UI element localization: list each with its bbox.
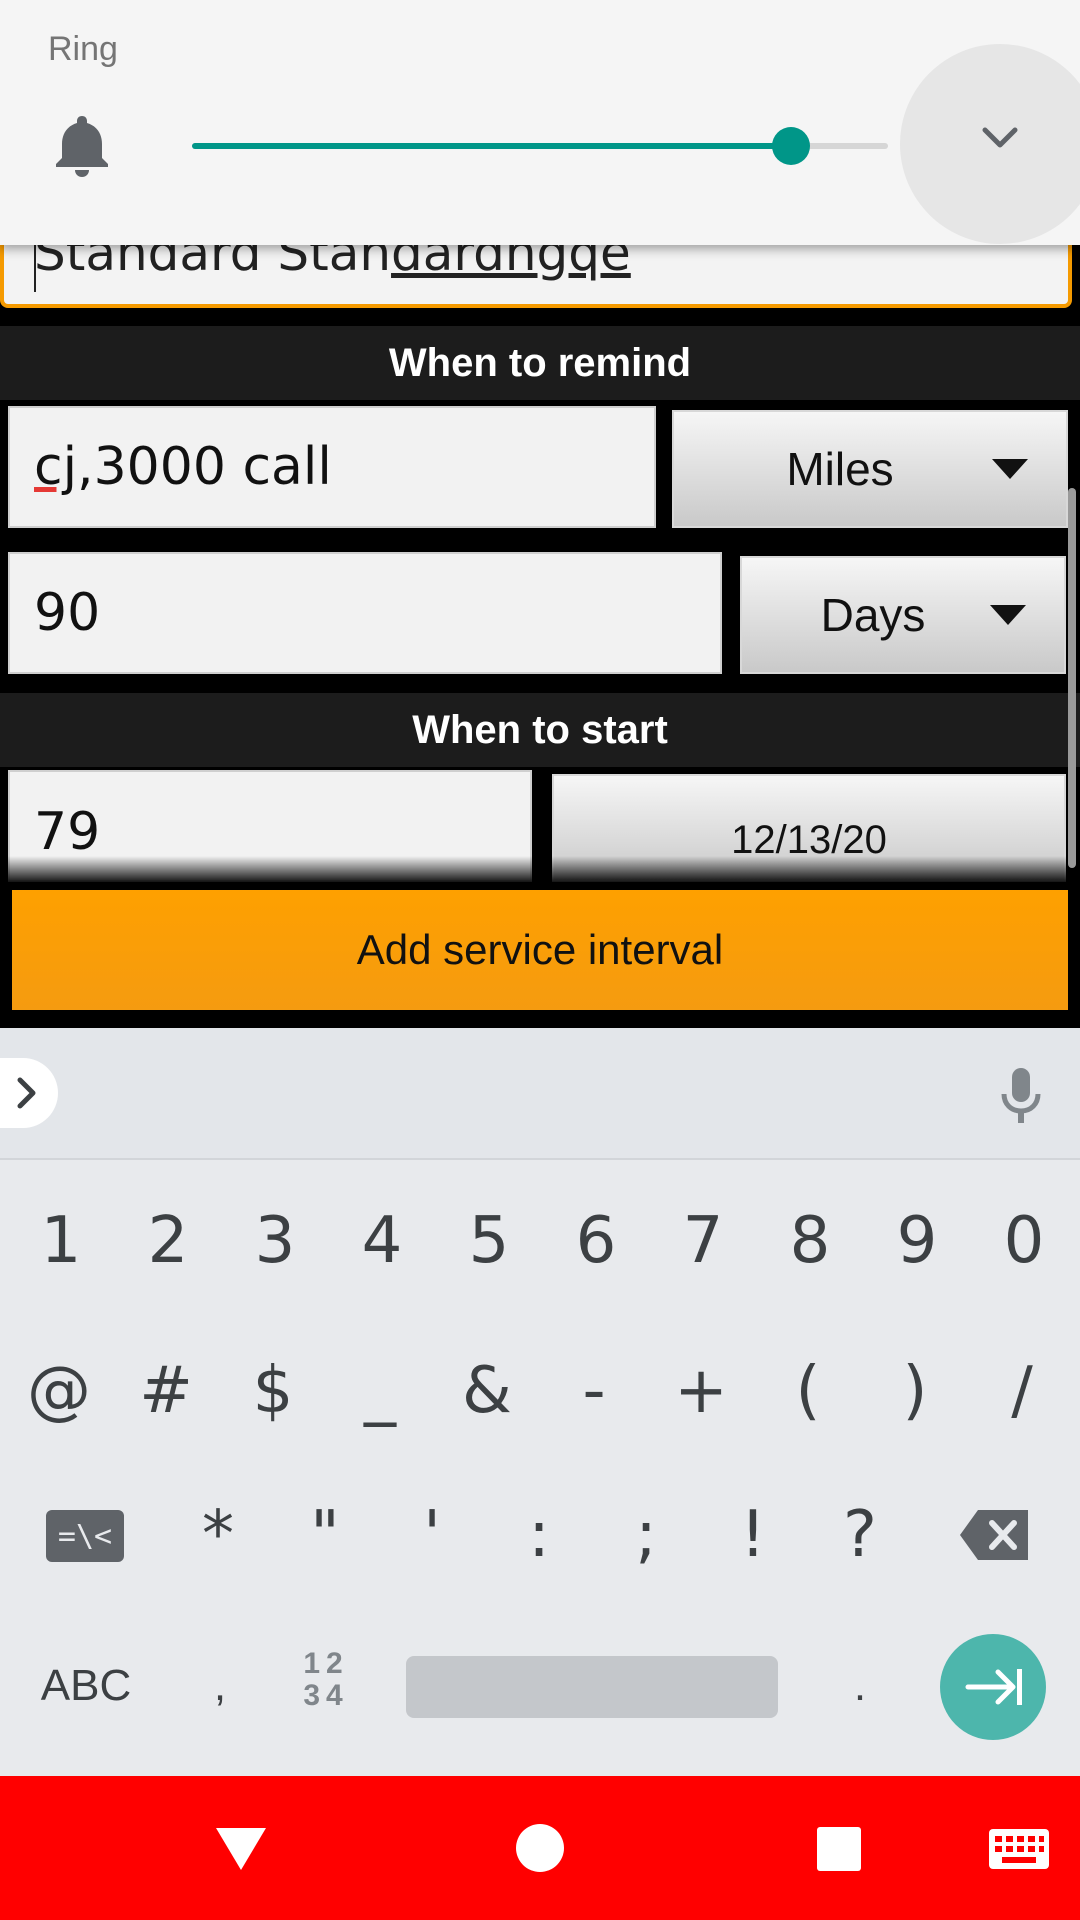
volume-panel: Ring [0,0,1080,245]
punctuation-key[interactable]: * [173,1490,263,1580]
add-service-interval-button[interactable]: Add service interval [12,890,1068,1010]
volume-stream-label: Ring [48,30,118,68]
number-key[interactable]: 4 [337,1196,427,1286]
number-key[interactable]: 9 [872,1196,962,1286]
symbol-key[interactable]: $ [228,1346,318,1436]
backspace-icon [960,1510,1028,1560]
volume-slider-fill [192,143,791,149]
next-field-key[interactable] [940,1634,1046,1740]
start-odometer-text: 79 [34,802,101,862]
distance-interval-input[interactable]: cj ,3000 call [8,406,656,528]
mic-icon[interactable] [996,1066,1046,1126]
symbol-key[interactable]: # [121,1346,211,1436]
time-unit-dropdown[interactable]: Days [740,556,1066,674]
punctuation-key[interactable]: ' [387,1490,477,1580]
number-key[interactable]: 8 [765,1196,855,1286]
punctuation-key[interactable]: ; [601,1490,691,1580]
comma-key[interactable]: , [190,1650,250,1722]
scrollbar[interactable] [1068,488,1076,868]
remind-section-header: When to remind [0,326,1080,400]
punctuation-key[interactable]: : [494,1490,584,1580]
bell-icon[interactable] [52,112,112,178]
recents-icon[interactable] [816,1826,862,1872]
expand-icon [17,1077,36,1109]
backspace-key[interactable] [958,1506,1032,1564]
volume-collapse-button[interactable] [900,44,1080,244]
number-key[interactable]: 3 [230,1196,320,1286]
time-unit-label: Days [820,589,926,641]
symbol-key[interactable]: ) [870,1346,960,1436]
expand-toolbar-button[interactable] [0,1058,58,1128]
symbol-key[interactable]: _ [335,1346,425,1436]
distance-unit-label: Miles [786,443,894,495]
start-section-header: When to start [0,693,1080,767]
dropdown-arrow-icon [990,605,1026,625]
numpad-key-bottom: 34 [303,1679,349,1712]
suggestion-strip [0,1028,1080,1160]
numpad-key[interactable]: 12 34 [296,1648,356,1718]
number-key[interactable]: 5 [444,1196,534,1286]
volume-slider-thumb[interactable] [771,127,810,165]
space-key[interactable] [406,1656,778,1718]
period-key[interactable]: . [830,1650,890,1722]
punctuation-key[interactable]: ! [708,1490,798,1580]
symbol-key[interactable]: / [977,1346,1067,1436]
keyboard-icon[interactable] [988,1828,1050,1870]
home-icon[interactable] [514,1822,566,1874]
time-interval-input[interactable]: 90 [8,552,722,674]
distance-unit-dropdown[interactable]: Miles [672,410,1068,528]
dropdown-arrow-icon [992,459,1028,479]
misspelled-text: cj [34,437,78,497]
symbol-key[interactable]: ( [763,1346,853,1436]
back-icon[interactable] [214,1826,268,1872]
symbol-key[interactable]: - [549,1346,639,1436]
symbol-key[interactable]: @ [14,1346,104,1436]
distance-interval-text: ,3000 call [77,437,332,497]
chevron-down-icon [982,127,1018,148]
punctuation-key[interactable]: ? [815,1490,905,1580]
number-key[interactable]: 2 [123,1196,213,1286]
number-key[interactable]: 0 [979,1196,1069,1286]
abc-key[interactable]: ABC [30,1650,142,1722]
more-symbols-key[interactable]: =\< [46,1510,124,1562]
symbol-key[interactable]: & [442,1346,532,1436]
number-key[interactable]: 7 [658,1196,748,1286]
time-interval-text: 90 [34,583,101,643]
number-key[interactable]: 1 [16,1196,106,1286]
scroll-fade [0,856,1080,882]
number-key[interactable]: 6 [551,1196,641,1286]
next-field-icon [965,1669,1022,1705]
volume-slider[interactable] [192,127,888,165]
numpad-key-top: 12 [303,1647,349,1680]
navigation-bar [0,1776,1080,1920]
punctuation-key[interactable]: " [280,1490,370,1580]
screen: Standard Standardngqe When to remind cj,… [0,0,1080,1920]
symbol-key[interactable]: + [656,1346,746,1436]
